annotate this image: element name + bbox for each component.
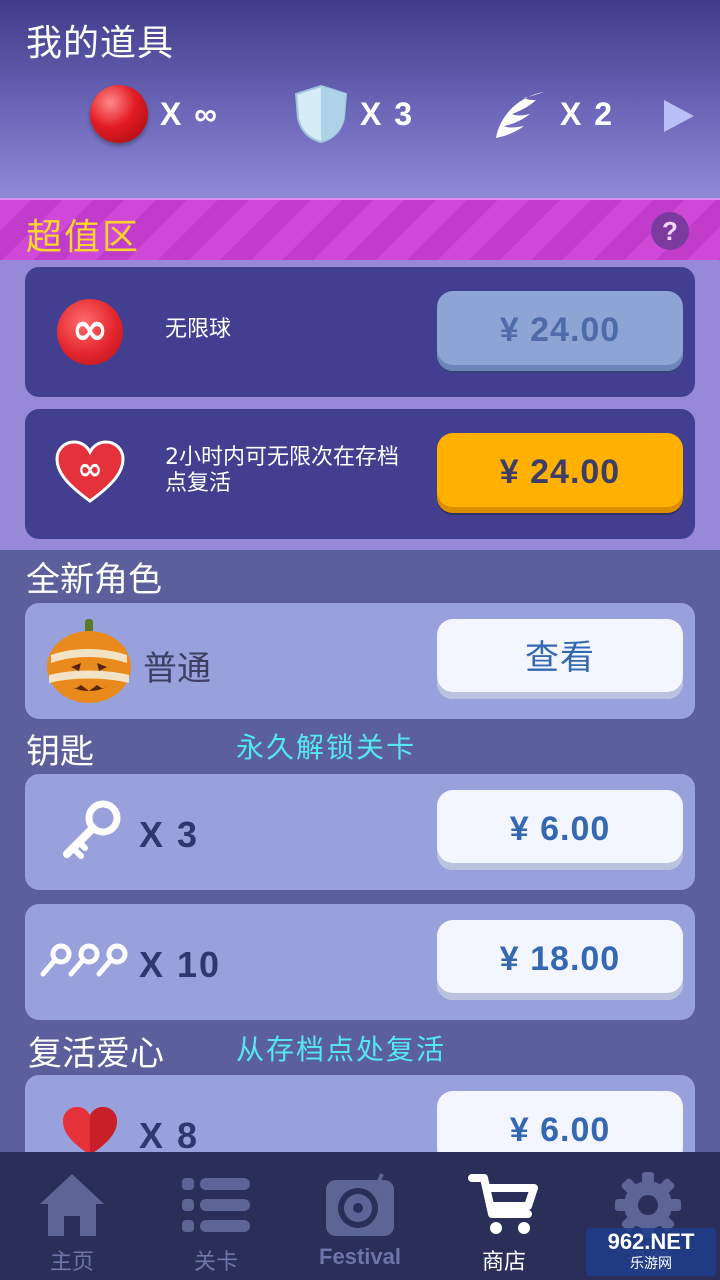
keys-qty: X 3 [139,814,200,855]
shield-item: X 3 [294,84,414,144]
character-name: 普通 [143,649,211,689]
offer-unlimited-balls: ∞ 无限球 ¥ 24.00 [25,267,695,397]
nav-home[interactable]: 主页 [0,1152,144,1280]
play-arrow-icon[interactable] [664,100,694,132]
watermark-main: 962.NET [607,1229,695,1254]
keys-offer-10: X 10 ¥ 18.00 [25,904,695,1020]
buy-keys-3-button[interactable]: ¥ 6.00 [437,790,683,870]
keys-qty: X 10 [139,944,222,985]
shield-icon [294,84,348,144]
infinity-heart-icon: ∞ [55,440,125,503]
shopping-cart-icon [468,1174,538,1234]
offer-unlimited-revive: ∞ 2小时内可无限次在存档点复活 ¥ 24.00 [25,409,695,539]
buy-unlimited-balls-button[interactable]: ¥ 24.00 [437,291,683,371]
premium-title: 超值区 [26,217,141,258]
list-icon [182,1178,250,1232]
infinity-ball-icon: ∞ [57,299,123,365]
home-icon [40,1174,104,1236]
record-player-icon [326,1173,394,1236]
nav-label: 关卡 [193,1250,238,1275]
pumpkin-mummy-icon [47,619,131,703]
help-icon[interactable]: ? [651,212,689,250]
characters-title: 全新角色 [26,560,162,600]
red-ball-icon [90,85,148,143]
nav-festival[interactable]: Festival [288,1152,432,1280]
buy-keys-10-button[interactable]: ¥ 18.00 [437,920,683,1000]
premium-area: ∞ 无限球 ¥ 24.00 ∞ 2小时内可无限次在存档点复活 ¥ 24.00 [0,260,720,550]
premium-header: 超值区 ? [0,198,720,260]
buy-unlimited-revive-button[interactable]: ¥ 24.00 [437,433,683,513]
heart-icon [63,1107,117,1155]
shield-count: X 3 [360,95,415,132]
hearts-subtitle: 从存档点处复活 [236,1033,447,1066]
ball-count: X ∞ [160,95,220,132]
three-keys-icon [40,943,128,977]
nav-label: Festival [319,1244,401,1269]
hearts-title: 复活爱心 [28,1034,164,1074]
character-card: 普通 查看 [25,603,695,719]
nav-shop[interactable]: 商店 [432,1152,576,1280]
wing-icon [496,92,544,138]
keys-title: 钥匙 [26,732,94,772]
keys-subtitle: 永久解锁关卡 [236,731,417,764]
wing-count: X 2 [560,95,615,132]
nav-label: 商店 [481,1250,526,1275]
hearts-qty: X 8 [139,1115,200,1156]
offer-label: 无限球 [165,317,232,342]
my-items-title: 我的道具 [26,23,175,64]
ball-item: X ∞ [90,84,219,144]
svg-text:∞: ∞ [78,452,103,487]
nav-levels[interactable]: 关卡 [144,1152,288,1280]
wing-item: X 2 [492,84,614,144]
watermark-logo: 962.NET 乐游网 [586,1228,716,1276]
offer-label: 2小时内可无限次在存档点复活 [165,445,399,496]
watermark-sub: 乐游网 [630,1256,672,1272]
key-icon [63,800,121,859]
nav-label: 主页 [49,1250,94,1275]
view-character-button[interactable]: 查看 [437,619,683,699]
my-items-panel: 我的道具 X ∞ X 3 X 2 [0,0,720,198]
keys-offer-3: X 3 ¥ 6.00 [25,774,695,890]
